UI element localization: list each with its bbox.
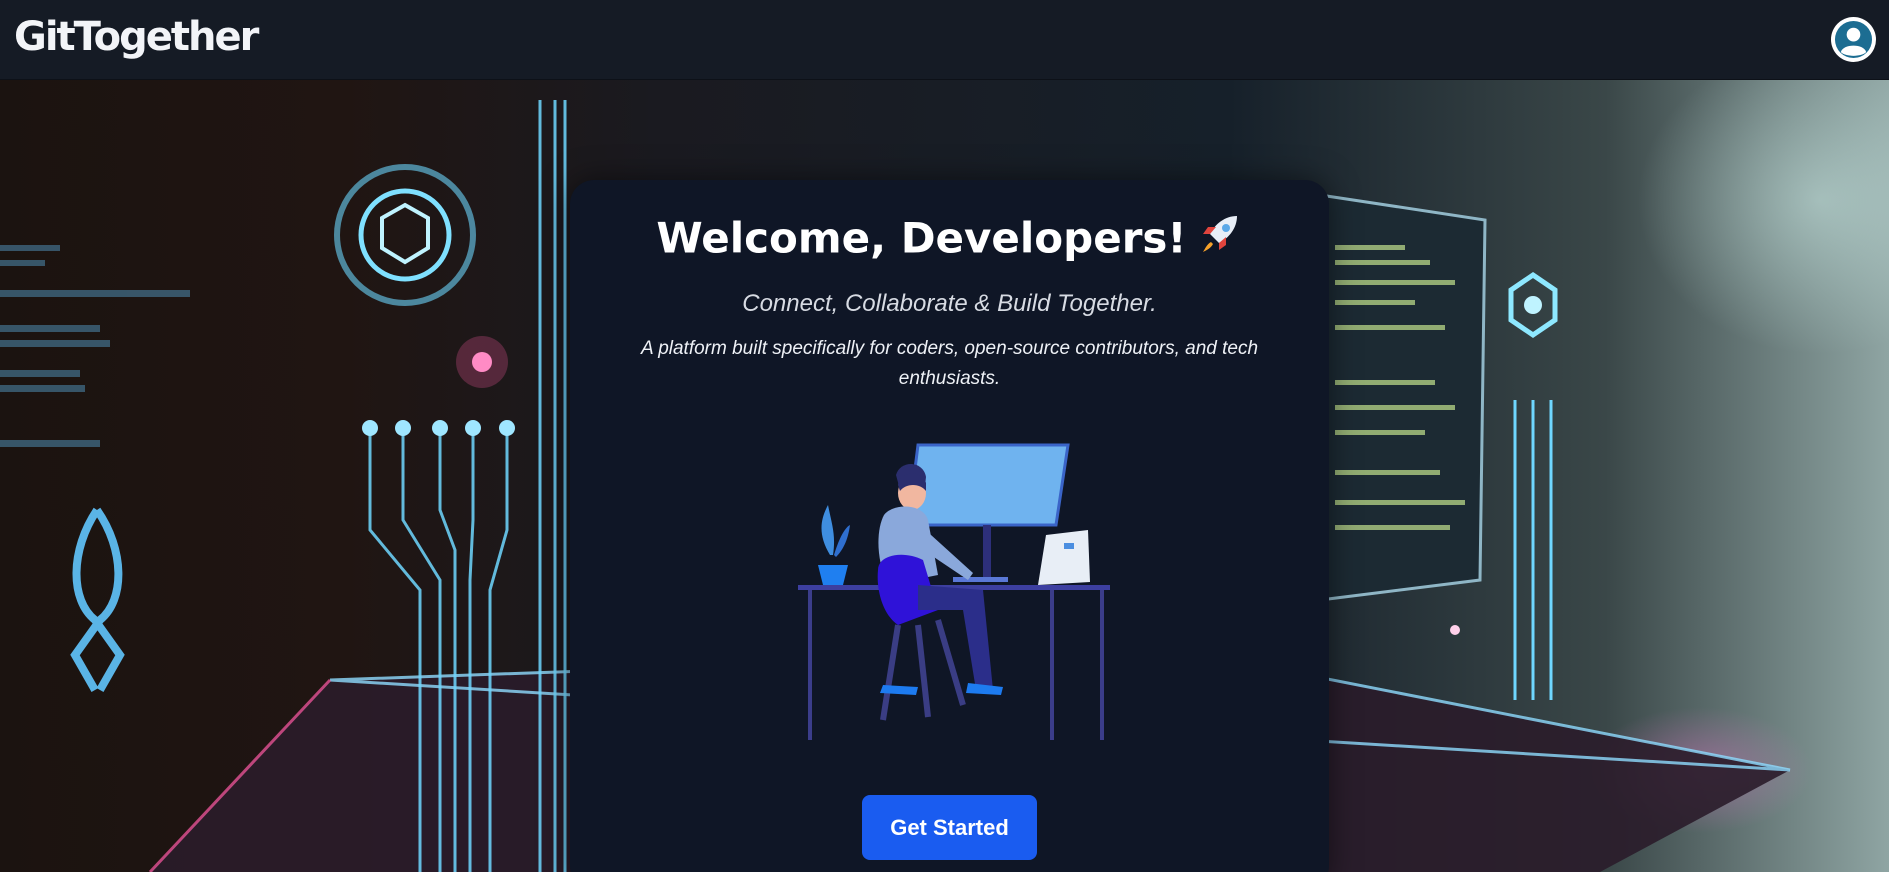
welcome-subtitle: Connect, Collaborate & Build Together.: [742, 290, 1157, 317]
user-avatar-icon[interactable]: [1831, 17, 1876, 62]
welcome-card: Welcome, Developers! Connect, Collaborat…: [570, 180, 1329, 872]
developer-illustration: [798, 443, 1110, 740]
rocket-icon: [1197, 212, 1243, 270]
welcome-heading-text: Welcome, Developers!: [656, 213, 1187, 263]
get-started-button[interactable]: Get Started: [862, 795, 1037, 860]
welcome-description: A platform built specifically for coders…: [640, 338, 1259, 389]
app-logo[interactable]: GitTogether: [14, 12, 259, 62]
top-navbar: GitTogether: [0, 0, 1889, 80]
welcome-heading: Welcome, Developers!: [570, 212, 1329, 270]
hero-section: Welcome, Developers! Connect, Collaborat…: [0, 80, 1889, 872]
